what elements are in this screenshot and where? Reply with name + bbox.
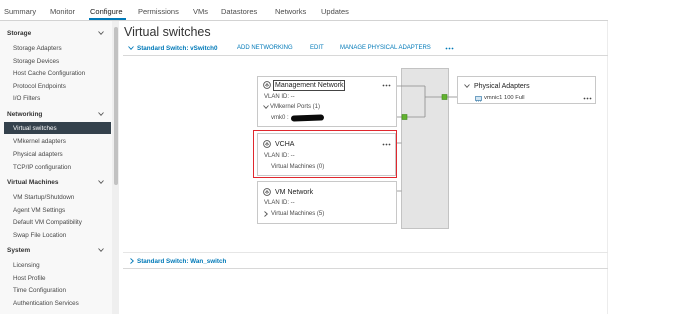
chevron-down-icon[interactable] — [98, 180, 104, 184]
port-group-icon — [263, 81, 271, 89]
sidebar-item-agent-vm-settings[interactable]: Agent VM Settings — [13, 206, 65, 215]
tab-monitor[interactable]: Monitor — [50, 7, 75, 17]
nic-icon — [475, 95, 482, 102]
sidebar-item-virtual-switches[interactable]: Virtual switches — [13, 124, 57, 133]
sidebar-item-storage-adapters[interactable]: Storage Adapters — [13, 44, 62, 53]
chevron-right-icon[interactable] — [264, 211, 268, 217]
physical-adapters-title[interactable]: Physical Adapters — [474, 82, 530, 91]
sidebar-scrollbar[interactable] — [112, 21, 119, 314]
ellipsis-icon[interactable] — [382, 84, 391, 87]
uplink-port-indicator[interactable] — [441, 94, 448, 100]
switch-section-divider — [123, 252, 608, 253]
chevron-down-icon[interactable] — [98, 112, 104, 116]
sidebar-section-networking[interactable]: Networking — [7, 110, 42, 119]
sidebar-item-tcpip-configuration[interactable]: TCP/IP configuration — [13, 163, 71, 172]
chevron-down-icon[interactable] — [128, 46, 134, 50]
tab-summary[interactable]: Summary — [4, 7, 36, 17]
sidebar-section-virtual-machines[interactable]: Virtual Machines — [7, 178, 59, 187]
tab-networks[interactable]: Networks — [275, 7, 306, 17]
manage-physical-adapters-button[interactable]: MANAGE PHYSICAL ADAPTERS — [340, 44, 431, 52]
sidebar-item-host-profile[interactable]: Host Profile — [13, 274, 46, 283]
sidebar-section-system[interactable]: System — [7, 246, 30, 255]
sidebar-item-vm-startup-shutdown[interactable]: VM Startup/Shutdown — [13, 193, 74, 202]
sidebar-item-vmkernel-adapters[interactable]: VMkernel adapters — [13, 137, 66, 146]
physical-adapters-panel: Physical Adapters vmnic1 100 Full — [457, 76, 596, 104]
configure-sidebar: Storage Storage Adapters Storage Devices… — [0, 21, 112, 314]
edit-button[interactable]: EDIT — [310, 44, 324, 52]
tab-vms[interactable]: VMs — [193, 7, 208, 17]
sidebar-item-swap-file-location[interactable]: Swap File Location — [13, 231, 66, 240]
vmkernel-port-indicator[interactable] — [401, 114, 408, 120]
chevron-down-icon[interactable] — [464, 84, 470, 88]
page-title: Virtual switches — [124, 25, 211, 39]
port-group-name[interactable]: Management Network — [272, 79, 346, 92]
redaction-mark — [290, 114, 325, 122]
sidebar-item-protocol-endpoints[interactable]: Protocol Endpoints — [13, 82, 66, 91]
tab-datastores[interactable]: Datastores — [221, 7, 257, 17]
vmkernel-port-vmk0[interactable]: vmk0 : — [271, 114, 289, 123]
virtual-switch-diagram — [397, 68, 457, 229]
sidebar-item-storage-devices[interactable]: Storage Devices — [13, 57, 59, 66]
port-group-card-vm-network[interactable]: VM Network VLAN ID: -- Virtual Machines … — [257, 181, 397, 224]
switch-wan-switch-title[interactable]: Standard Switch: Wan_switch — [137, 257, 226, 266]
physical-adapter-vmnic1[interactable]: vmnic1 100 Full — [484, 94, 525, 103]
top-tab-bar: Summary Monitor Configure Permissions VM… — [0, 0, 608, 21]
sidebar-item-io-filters[interactable]: I/O Filters — [13, 94, 40, 103]
sidebar-item-time-configuration[interactable]: Time Configuration — [13, 286, 66, 295]
port-group-icon — [263, 188, 271, 196]
vlan-id-label: VLAN ID: -- — [264, 199, 295, 206]
sidebar-item-authentication-services[interactable]: Authentication Services — [13, 299, 79, 308]
chevron-right-icon[interactable] — [130, 258, 134, 264]
port-group-card-management-network[interactable]: Management Network VLAN ID: -- VMkernel … — [257, 76, 397, 127]
red-highlight-box — [253, 130, 397, 178]
tab-configure[interactable]: Configure — [90, 7, 123, 17]
sidebar-section-storage[interactable]: Storage — [7, 29, 31, 38]
chevron-down-icon[interactable] — [98, 248, 104, 252]
ellipsis-icon[interactable] — [583, 97, 592, 100]
chevron-down-icon[interactable] — [263, 105, 269, 109]
ellipsis-icon[interactable] — [445, 47, 454, 50]
add-networking-button[interactable]: ADD NETWORKING — [237, 44, 293, 52]
vmkernel-ports-toggle[interactable]: VMkernel Ports (1) — [270, 103, 320, 112]
sidebar-item-default-vm-compatibility[interactable]: Default VM Compatibility — [13, 218, 82, 227]
sidebar-item-licensing[interactable]: Licensing — [13, 261, 40, 270]
chevron-down-icon[interactable] — [98, 31, 104, 35]
switch-header-divider — [123, 55, 608, 56]
vlan-id-label: VLAN ID: -- — [264, 93, 295, 100]
tab-permissions[interactable]: Permissions — [138, 7, 179, 17]
main-content: Virtual switches Standard Switch: vSwitc… — [120, 21, 608, 314]
switch-section-divider — [123, 268, 608, 269]
sidebar-scrollbar-thumb[interactable] — [113, 27, 118, 185]
port-group-name[interactable]: VM Network — [275, 188, 313, 197]
sidebar-item-host-cache-configuration[interactable]: Host Cache Configuration — [13, 69, 85, 78]
sidebar-item-physical-adapters[interactable]: Physical adapters — [13, 150, 63, 159]
switch-vswitch0-title[interactable]: Standard Switch: vSwitch0 — [137, 44, 217, 53]
tab-updates[interactable]: Updates — [321, 7, 349, 17]
virtual-machines-toggle[interactable]: Virtual Machines (5) — [271, 210, 324, 219]
